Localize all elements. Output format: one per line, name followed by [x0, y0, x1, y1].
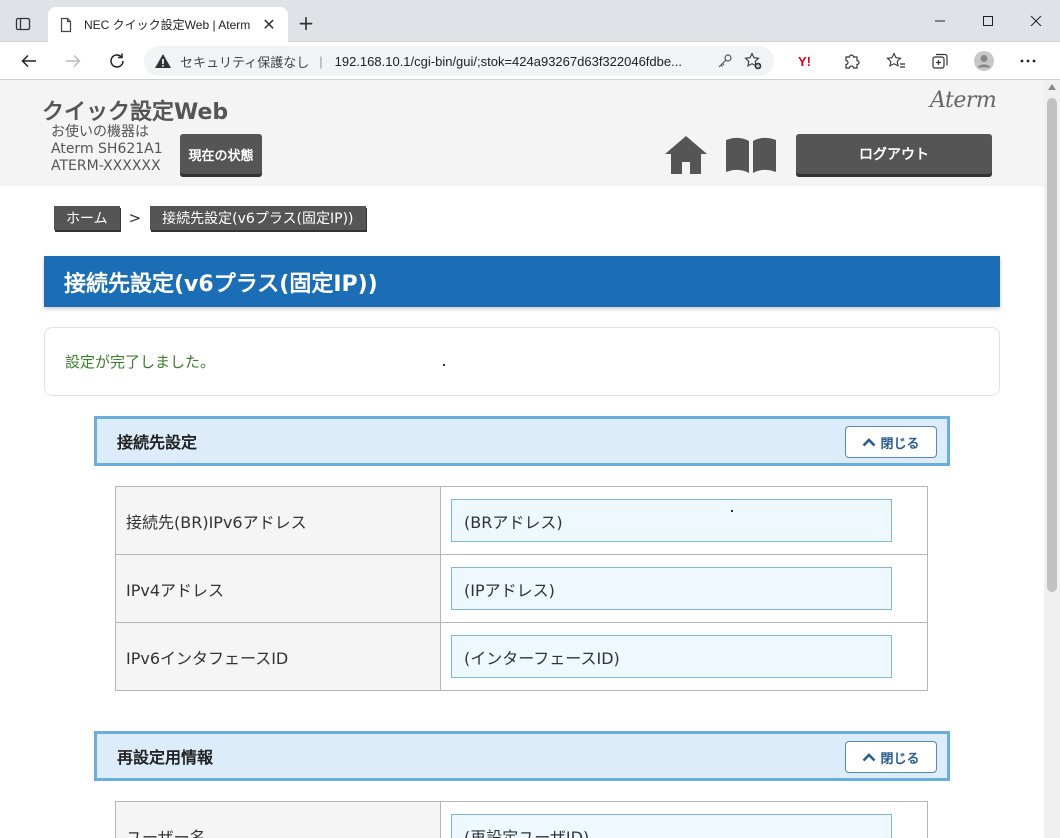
forward-icon[interactable]	[58, 47, 88, 75]
manual-book-icon[interactable]	[724, 136, 778, 174]
username-field[interactable]: (再設定ユーザID)	[451, 814, 892, 838]
browser-tabbar: NEC クイック設定Web | Aterm ✕ +	[0, 0, 1060, 42]
scrollbar-thumb[interactable]	[1047, 98, 1057, 592]
device-info-line: お使いの機器は	[51, 124, 149, 140]
breadcrumb-home[interactable]: ホーム	[54, 206, 120, 230]
ipv4-address-field[interactable]: (IPアドレス)	[451, 567, 892, 610]
more-menu-icon[interactable]	[1006, 46, 1050, 76]
field-value: (インターフェースID)	[464, 648, 620, 668]
refresh-icon[interactable]	[102, 47, 132, 75]
row-label: ユーザー名	[115, 801, 441, 838]
favorites-icon[interactable]	[874, 46, 918, 76]
key-icon[interactable]	[714, 50, 736, 72]
field-value: (BRアドレス)	[464, 512, 563, 532]
close-tab-icon[interactable]: ✕	[260, 15, 278, 34]
logout-button[interactable]: ログアウト	[796, 134, 992, 174]
speck	[731, 510, 733, 512]
page-header: クイック設定Web お使いの機器は Aterm SH621A1 ATERM-XX…	[0, 80, 1044, 186]
address-bar: セキュリティ保護なし | 192.168.10.1/cgi-bin/gui/;s…	[0, 42, 1060, 80]
device-info: お使いの機器は Aterm SH621A1 ATERM-XXXXXX	[51, 124, 163, 175]
section-title: 再設定用情報	[117, 748, 214, 767]
section-header-reconfig: 再設定用情報 閉じる	[94, 731, 950, 781]
breadcrumb-current[interactable]: 接続先設定(v6プラス(固定IP))	[150, 206, 366, 230]
breadcrumb: ホーム > 接続先設定(v6プラス(固定IP))	[54, 206, 366, 230]
completion-message-box: 設定が完了しました。	[44, 327, 1000, 396]
breadcrumb-separator: >	[128, 209, 142, 227]
page-icon	[60, 17, 72, 32]
add-favorite-icon[interactable]	[742, 50, 764, 72]
security-label: セキュリティ保護なし	[180, 54, 310, 70]
collapse-section-button[interactable]: 閉じる	[845, 426, 937, 458]
tab-actions-icon[interactable]	[8, 10, 38, 38]
ipv6-interface-id-field[interactable]: (インターフェースID)	[451, 635, 892, 678]
scroll-up-icon[interactable]	[1048, 84, 1056, 90]
chevron-up-icon	[863, 438, 876, 447]
url-text: 192.168.10.1/cgi-bin/gui/;stok=424a93267…	[334, 53, 682, 69]
br-ipv6-address-field[interactable]: (BRアドレス)	[451, 499, 892, 542]
device-model: Aterm SH621A1	[51, 141, 163, 157]
toolbar: Y!	[786, 46, 1050, 76]
aterm-logo: Aterm	[930, 88, 997, 113]
table-row: IPv6インタフェースID (インターフェースID)	[115, 622, 928, 691]
collapse-section-button[interactable]: 閉じる	[845, 741, 937, 773]
maximize-icon[interactable]	[964, 0, 1012, 42]
minimize-icon[interactable]	[916, 0, 964, 42]
page-title: 接続先設定(v6プラス(固定IP))	[44, 256, 1000, 307]
row-label: IPv6インタフェースID	[115, 622, 441, 691]
close-window-icon[interactable]	[1012, 0, 1060, 42]
back-icon[interactable]	[14, 47, 44, 75]
reconfig-info-table: ユーザー名 (再設定ユーザID)	[115, 801, 928, 838]
collapse-label: 閉じる	[880, 436, 920, 452]
collapse-label: 閉じる	[880, 751, 920, 767]
tab-title: NEC クイック設定Web | Aterm	[84, 18, 251, 32]
home-icon[interactable]	[664, 134, 708, 176]
new-tab-icon[interactable]: +	[294, 11, 318, 35]
device-name: ATERM-XXXXXX	[51, 158, 161, 174]
row-label: IPv4アドレス	[115, 554, 441, 623]
section-header-connection: 接続先設定 閉じる	[94, 416, 950, 466]
profile-avatar-icon[interactable]	[962, 46, 1006, 76]
yahoo-extension-icon[interactable]: Y!	[786, 46, 830, 76]
field-value: (再設定ユーザID)	[464, 827, 590, 838]
site-title: クイック設定Web	[42, 100, 229, 125]
browser-tab[interactable]: NEC クイック設定Web | Aterm ✕	[48, 7, 288, 42]
url-separator: |	[319, 53, 323, 69]
vertical-scrollbar[interactable]	[1044, 80, 1060, 838]
connection-settings-table: 接続先(BR)IPv6アドレス (BRアドレス) IPv4アドレス (IPアドレ…	[115, 486, 928, 691]
svg-text:Y!: Y!	[798, 54, 811, 68]
chevron-up-icon	[863, 753, 876, 762]
table-row: IPv4アドレス (IPアドレス)	[115, 554, 928, 623]
completion-message: 設定が完了しました。	[65, 353, 216, 371]
table-row: ユーザー名 (再設定ユーザID)	[115, 801, 928, 838]
page-viewport: クイック設定Web お使いの機器は Aterm SH621A1 ATERM-XX…	[0, 80, 1044, 838]
section-title: 接続先設定	[117, 433, 198, 452]
window-controls	[916, 0, 1060, 42]
current-status-button[interactable]: 現在の状態	[180, 134, 262, 174]
extensions-icon[interactable]	[830, 46, 874, 76]
row-label: 接続先(BR)IPv6アドレス	[115, 486, 441, 555]
warning-icon[interactable]	[154, 52, 172, 70]
field-value: (IPアドレス)	[464, 580, 555, 600]
collections-icon[interactable]	[918, 46, 962, 76]
url-field[interactable]: セキュリティ保護なし | 192.168.10.1/cgi-bin/gui/;s…	[144, 46, 774, 76]
table-row: 接続先(BR)IPv6アドレス (BRアドレス)	[115, 486, 928, 555]
speck	[443, 364, 445, 366]
